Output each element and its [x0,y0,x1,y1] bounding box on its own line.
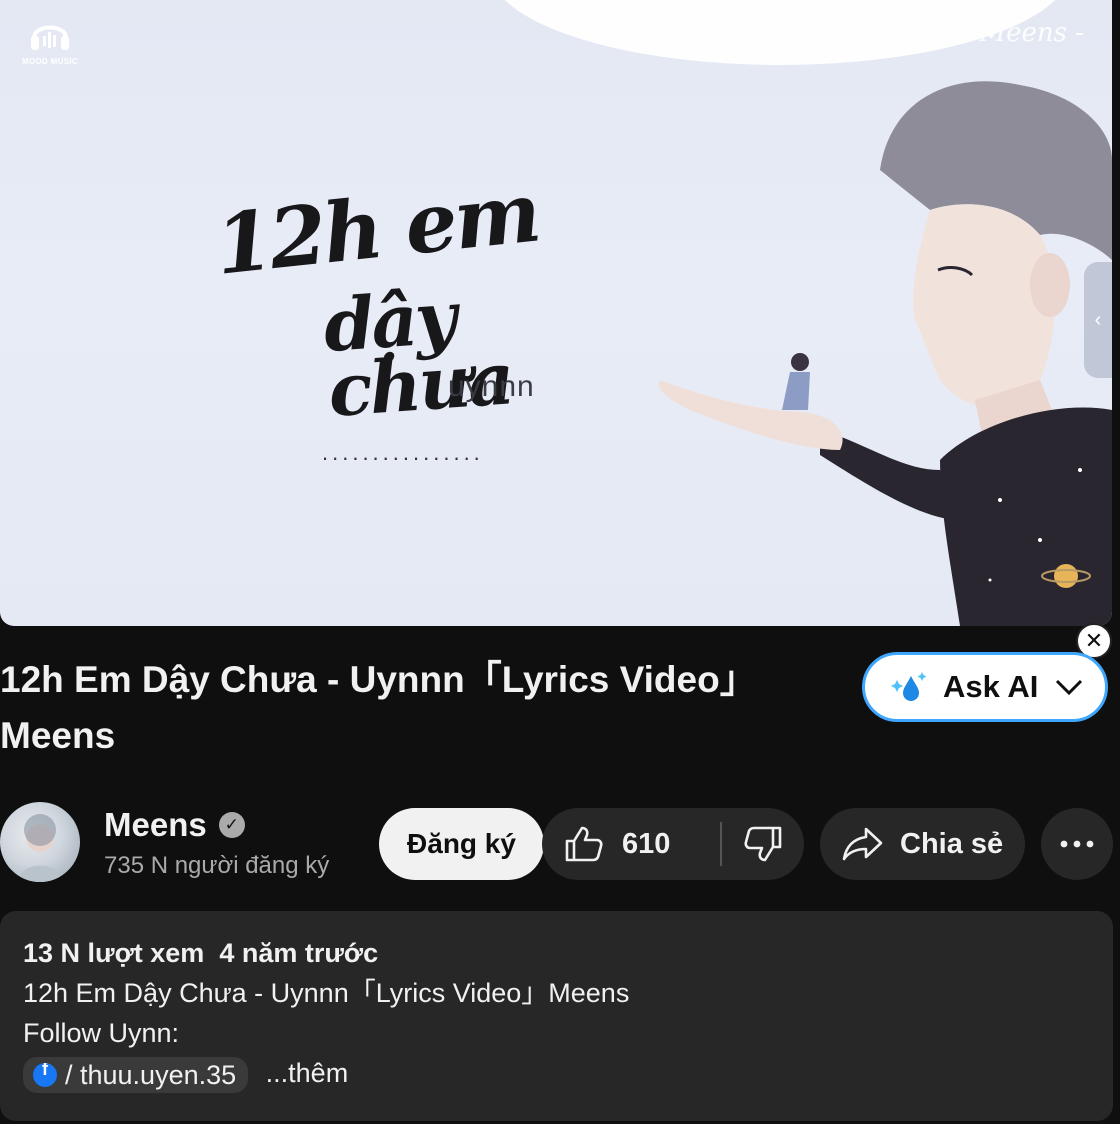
channel-avatar[interactable] [0,802,80,882]
share-label: Chia sẻ [900,827,1004,860]
description-box[interactable]: 13 N lượt xem 4 năm trước 12h Em Dậy Chư… [0,911,1113,1121]
like-button[interactable]: 610 [542,825,720,863]
avatar-image [18,814,62,882]
video-title: 12h Em Dậy Chưa - Uynnn「Lyrics Video」Mee… [0,659,757,756]
channel-name[interactable]: Meens [104,806,207,844]
like-count: 610 [622,827,671,860]
video-player[interactable]: MOOD MUSIC - Meens - 12h em dậy chưa uyn… [0,0,1112,626]
close-icon: ✕ [1084,628,1104,653]
side-panel-handle[interactable]: ‹ [1084,262,1112,378]
sparkle-icon [891,672,927,701]
description-line-follow: Follow Uynn: [23,1018,180,1048]
subscribe-button[interactable]: Đăng ký [379,808,544,880]
view-count-and-date: 13 N lượt xem 4 năm trước [23,938,379,968]
facebook-handle: / thuu.uyen.35 [65,1059,237,1090]
mood-music-logo-text: MOOD MUSIC [22,57,78,66]
video-watermark: - Meens - [962,18,1084,48]
video-dots: ................ [322,440,484,465]
ask-ai-button[interactable]: Ask AI [862,652,1108,722]
thumbs-up-icon [565,826,603,862]
description-line-title: 12h Em Dậy Chưa - Uynnn「Lyrics Video」Mee… [23,978,630,1008]
more-horizontal-icon [1060,840,1094,848]
description-links-row: f / thuu.uyen.35 ...thêm [23,1053,1090,1093]
subscriber-count: 735 N người đăng ký [104,852,330,879]
video-artist-name: uynnn [448,370,535,403]
channel-name-row: Meens ✓ [104,806,245,844]
chevron-down-icon [1055,679,1083,696]
headphones-icon [31,25,69,50]
facebook-icon: f [33,1062,57,1087]
dislike-button[interactable] [722,825,804,863]
more-actions-button[interactable] [1041,808,1113,880]
thumbs-down-icon [744,826,782,862]
facebook-link-chip[interactable]: f / thuu.uyen.35 [23,1056,249,1093]
mood-music-logo: MOOD MUSIC [18,14,82,66]
share-arrow-icon [842,827,883,861]
like-dislike-group: 610 [542,808,804,880]
chevron-left-icon: ‹ [1094,308,1102,331]
ask-ai-label: Ask AI [943,669,1039,704]
share-button[interactable]: Chia sẻ [820,808,1025,880]
show-more-link[interactable]: ...thêm [266,1058,349,1088]
video-song-title: 12h em dậy chưa [211,164,616,432]
verified-check-icon: ✓ [218,812,245,838]
